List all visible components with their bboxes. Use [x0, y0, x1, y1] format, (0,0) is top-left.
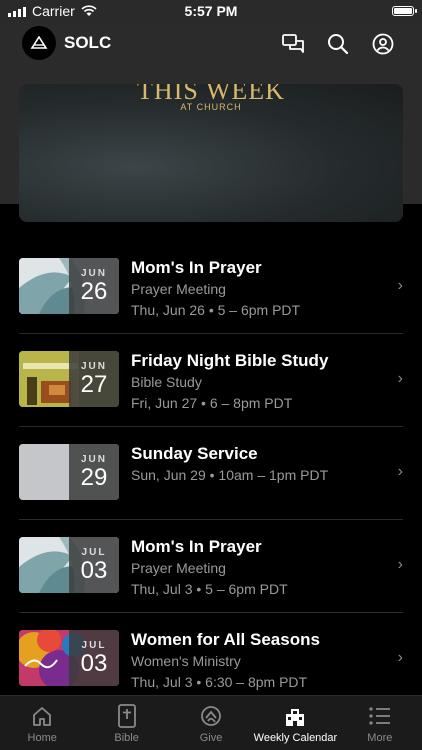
date-month: JUN — [80, 360, 107, 372]
app-name: SOLC — [64, 33, 112, 52]
tab-label: Bible — [114, 732, 139, 744]
date-badge: JUL 03 — [69, 537, 119, 593]
status-bar: Carrier 5:57 PM — [0, 0, 422, 22]
messages-icon[interactable] — [281, 32, 305, 56]
chevron-right-icon: › — [397, 649, 403, 666]
date-month: JUN — [80, 267, 107, 279]
event-category: Women's Ministry — [131, 653, 241, 669]
home-icon — [31, 704, 53, 728]
search-icon[interactable] — [326, 32, 350, 56]
date-month: JUL — [81, 639, 107, 651]
event-thumbnail: JUN 29 — [19, 444, 119, 500]
tab-label: Give — [199, 732, 223, 744]
date-badge: JUL 03 — [69, 630, 119, 686]
event-thumbnail: JUL 03 — [19, 630, 119, 686]
tab-weekly-calendar[interactable]: Weekly Calendar — [253, 696, 337, 750]
profile-icon[interactable] — [371, 32, 395, 56]
banner-subtitle: AT CHURCH — [180, 102, 242, 112]
event-thumbnail: JUN 26 — [19, 258, 119, 314]
date-month: JUN — [80, 453, 107, 465]
give-icon — [199, 704, 223, 728]
event-row[interactable]: JUL 03 Women for All Seasons Women's Min… — [19, 613, 403, 705]
chevron-right-icon: › — [397, 556, 403, 573]
event-row[interactable]: JUN 29 Sunday Service Sun, Jun 29 • 10am… — [19, 427, 403, 520]
tab-bible[interactable]: Bible — [84, 696, 168, 750]
app-header: SOLC THIS WEEK AT CHURCH — [0, 22, 422, 222]
event-time: Thu, Jul 3 • 6:30 – 8pm PDT — [131, 674, 308, 690]
tab-bar: Home Bible Give Weekly Calendar More — [0, 695, 422, 750]
date-month: JUL — [81, 546, 107, 558]
date-badge: JUN 27 — [69, 351, 119, 407]
date-day: 03 — [80, 649, 108, 677]
battery-icon — [392, 6, 417, 16]
event-row[interactable]: JUN 27 Friday Night Bible Study Bible St… — [19, 334, 403, 427]
event-row[interactable]: JUN 26 Mom's In Prayer Prayer Meeting Th… — [19, 241, 403, 334]
event-time: Sun, Jun 29 • 10am – 1pm PDT — [131, 467, 329, 483]
church-logo[interactable] — [22, 26, 56, 60]
date-badge: JUN 29 — [69, 444, 119, 500]
chevron-right-icon: › — [397, 370, 403, 387]
date-day: 03 — [80, 556, 108, 584]
event-category: Prayer Meeting — [131, 281, 226, 297]
tab-label: Weekly Calendar — [253, 732, 338, 744]
event-category: Prayer Meeting — [131, 560, 226, 576]
event-row[interactable]: JUL 03 Mom's In Prayer Prayer Meeting Th… — [19, 520, 403, 613]
event-list: JUN 26 Mom's In Prayer Prayer Meeting Th… — [0, 241, 422, 705]
date-day: 27 — [80, 370, 108, 398]
event-thumbnail: JUN 27 — [19, 351, 119, 407]
date-badge: JUN 26 — [69, 258, 119, 314]
tab-give[interactable]: Give — [169, 696, 253, 750]
event-time: Fri, Jun 27 • 6 – 8pm PDT — [131, 395, 293, 411]
tab-label: More — [367, 732, 393, 744]
date-day: 29 — [80, 463, 108, 491]
chevron-right-icon: › — [397, 463, 403, 480]
bible-icon — [117, 704, 137, 728]
event-title: Mom's In Prayer — [131, 537, 262, 556]
more-list-icon — [368, 704, 392, 728]
this-week-banner[interactable]: THIS WEEK AT CHURCH — [19, 84, 403, 222]
event-title: Friday Night Bible Study — [131, 351, 329, 370]
event-time: Thu, Jul 3 • 5 – 6pm PDT — [131, 581, 288, 597]
event-category: Bible Study — [131, 374, 202, 390]
logo-mark-icon — [30, 36, 48, 49]
chevron-right-icon: › — [397, 277, 403, 294]
event-title: Women for All Seasons — [131, 630, 320, 649]
event-time: Thu, Jun 26 • 5 – 6pm PDT — [131, 302, 301, 318]
tab-more[interactable]: More — [338, 696, 422, 750]
event-title: Mom's In Prayer — [131, 258, 262, 277]
event-thumbnail: JUL 03 — [19, 537, 119, 593]
date-day: 26 — [80, 277, 108, 305]
tab-label: Home — [27, 732, 57, 744]
tab-home[interactable]: Home — [0, 696, 84, 750]
event-title: Sunday Service — [131, 444, 258, 463]
calendar-building-icon — [283, 704, 307, 728]
status-time: 5:57 PM — [184, 3, 238, 19]
